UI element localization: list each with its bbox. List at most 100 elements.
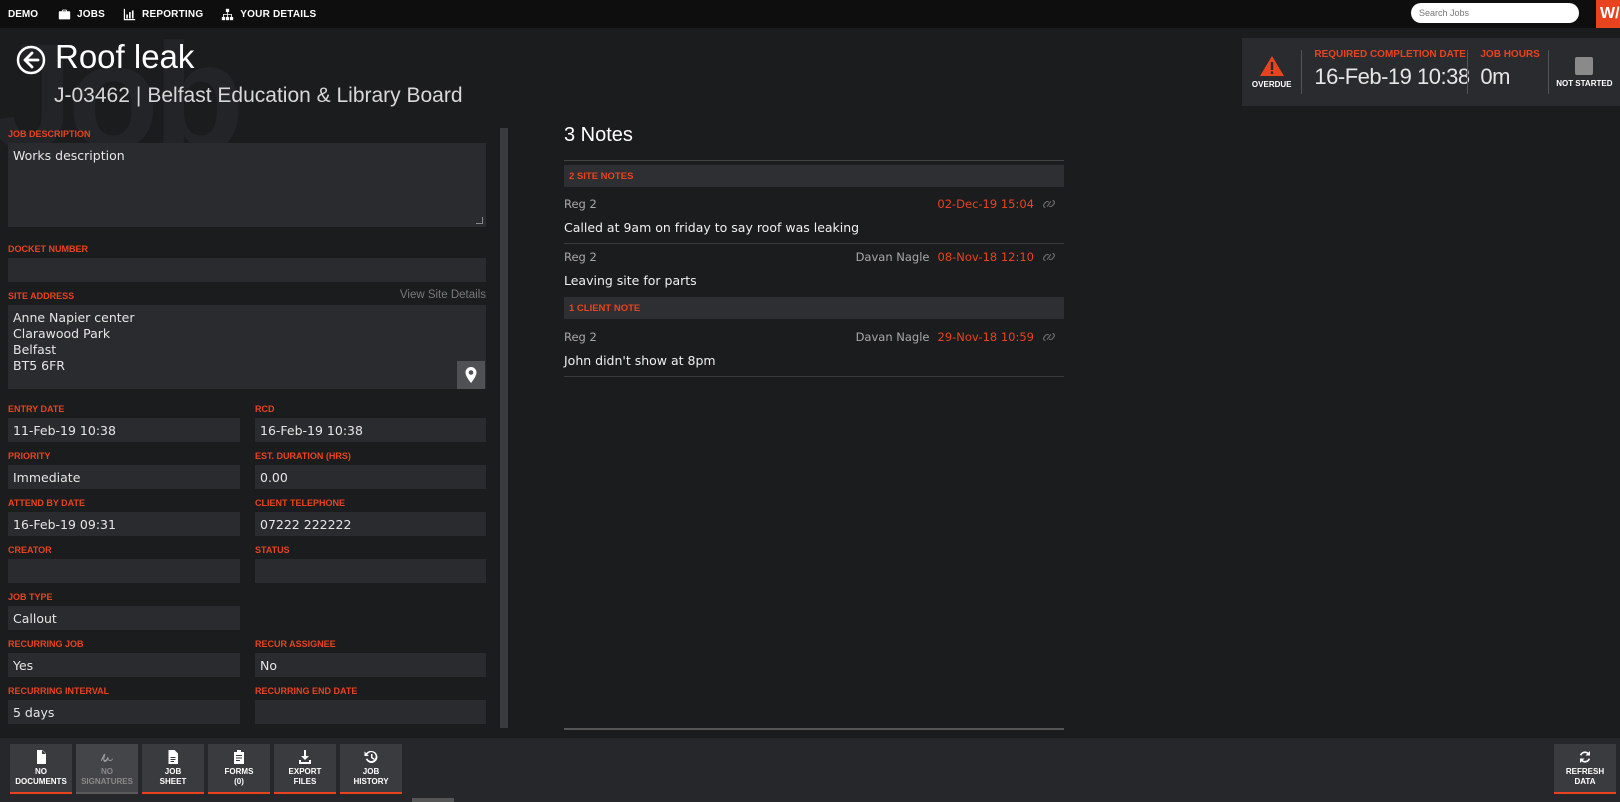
nav-item-reporting[interactable]: REPORTING (123, 0, 203, 28)
back-arrow-icon[interactable] (16, 45, 46, 75)
creator-label: CREATOR (8, 545, 52, 555)
nav-item-jobs[interactable]: JOBS (58, 0, 105, 28)
link-icon[interactable] (1042, 252, 1056, 262)
status-label: STATUS (255, 545, 290, 555)
no-documents-button[interactable]: NO DOCUMENTS (10, 744, 72, 794)
site-address-field[interactable]: Anne Napier center Clarawood Park Belfas… (8, 305, 486, 389)
job-type-label: JOB TYPE (8, 592, 53, 602)
nav-item-label: JOBS (77, 8, 106, 20)
job-sheet-button[interactable]: JOB SHEET (142, 744, 204, 794)
divider (564, 160, 1064, 161)
note-meta: Reg 2 02-Dec-19 15:04 (564, 197, 1064, 213)
link-icon[interactable] (1042, 199, 1056, 209)
link-icon[interactable] (1042, 332, 1056, 342)
button-label: REFRESH DATA (1565, 767, 1605, 786)
note-author: Davan Nagle (855, 250, 930, 264)
entry-date-label: ENTRY DATE (8, 404, 65, 414)
forms-button[interactable]: FORMS (0) (208, 744, 270, 794)
note-text: John didn't show at 8pm (564, 353, 716, 368)
priority-field[interactable]: Immediate (8, 465, 240, 489)
note-meta: Reg 2 Davan Nagle 29-Nov-18 10:59 (564, 330, 1064, 346)
refresh-data-button[interactable]: REFRESH DATA (1554, 744, 1616, 794)
note-reg: Reg 2 (564, 250, 597, 264)
entry-date-field[interactable]: 11-Feb-19 10:38 (8, 418, 240, 442)
briefcase-icon (58, 9, 71, 19)
not-started-label: NOT STARTED (1556, 78, 1613, 88)
note-author: Davan Nagle (855, 330, 930, 344)
note-text: Called at 9am on friday to say roof was … (564, 220, 860, 235)
client-telephone-field[interactable]: 07222 222222 (255, 512, 486, 536)
client-notes-header[interactable]: 1 CLIENT NOTE (564, 297, 1064, 319)
note-date: 08-Nov-18 12:10 (937, 250, 1035, 264)
refresh-icon (1579, 751, 1591, 763)
note-item: Reg 2 Davan Nagle 29-Nov-18 10:59 John d… (564, 330, 1064, 368)
button-label: NO SIGNATURES (81, 767, 133, 786)
attend-by-date-field[interactable]: 16-Feb-19 09:31 (8, 512, 240, 536)
est-duration-field[interactable]: 0.00 (255, 465, 486, 489)
recurring-end-date-label: RECURRING END DATE (255, 686, 358, 696)
client-telephone-label: CLIENT TELEPHONE (255, 498, 346, 508)
nav-brand[interactable]: DEMO (8, 9, 38, 20)
nav-item-label: REPORTING (142, 8, 204, 20)
note-reg: Reg 2 (564, 197, 597, 211)
recurring-job-field[interactable]: Yes (8, 653, 240, 677)
notes-panel: 3 Notes 2 SITE NOTES Reg 2 02-Dec-19 15:… (564, 124, 1064, 377)
bar-chart-icon (123, 8, 136, 20)
divider (564, 376, 1064, 377)
search-input[interactable] (1411, 3, 1579, 23)
status-field[interactable] (255, 559, 486, 583)
page-title: Roof leak (55, 38, 195, 75)
button-label: JOB SHEET (159, 767, 187, 786)
rcd-field[interactable]: 16-Feb-19 10:38 (255, 418, 486, 442)
overdue-indicator: OVERDUE (1242, 47, 1301, 97)
site-address-label: SITE ADDRESS (8, 291, 75, 301)
job-sheet-icon (168, 750, 178, 764)
job-hours-label: JOB HOURS (1480, 49, 1540, 60)
recur-assignee-label: RECUR ASSIGNEE (255, 639, 336, 649)
button-label: EXPORT FILES (288, 767, 322, 786)
view-site-details-link[interactable]: View Site Details (400, 289, 486, 301)
notes-title: 3 Notes (564, 124, 633, 146)
note-date: 29-Nov-18 10:59 (937, 330, 1035, 344)
bottom-toolbar: NO DOCUMENTS NO SIGNATURES JOB SHEET FOR… (0, 738, 1620, 802)
docket-number-label: DOCKET NUMBER (8, 244, 88, 254)
job-description-field[interactable]: Works description (8, 143, 486, 227)
top-nav: DEMO JOBS REPORTING YOUR DETAILS W/ (0, 0, 1620, 28)
site-notes-header[interactable]: 2 SITE NOTES (564, 165, 1064, 187)
toolbar-scrollbar[interactable] (412, 798, 454, 802)
resize-handle[interactable] (476, 217, 483, 224)
recurring-interval-field[interactable]: 5 days (8, 700, 240, 724)
job-status-panel: OVERDUE REQUIRED COMPLETION DATE 16-Feb-… (1242, 38, 1620, 106)
recurring-end-date-field[interactable] (255, 700, 486, 724)
status-checkbox[interactable] (1575, 56, 1594, 75)
job-hours: JOB HOURS 0m (1468, 47, 1547, 97)
divider (564, 243, 1064, 244)
note-date: 02-Dec-19 15:04 (937, 197, 1034, 211)
form-scrollbar[interactable] (500, 128, 508, 728)
map-pin-button[interactable] (457, 361, 485, 389)
note-reg: Reg 2 (564, 330, 597, 344)
job-type-field[interactable]: Callout (8, 606, 240, 630)
signature-icon (101, 753, 113, 762)
recurring-job-label: RECURRING JOB (8, 639, 84, 649)
overdue-label: OVERDUE (1251, 80, 1292, 89)
note-item: Reg 2 02-Dec-19 15:04 Called at 9am on f… (564, 197, 1064, 235)
docket-number-field[interactable] (8, 258, 486, 282)
nav-item-your-details[interactable]: YOUR DETAILS (221, 0, 316, 28)
clipboard-icon (234, 750, 244, 764)
attend-by-date-label: ATTEND BY DATE (8, 498, 86, 508)
creator-field[interactable] (8, 559, 240, 583)
required-completion: REQUIRED COMPLETION DATE 16-Feb-19 10:38 (1302, 47, 1470, 97)
not-started-toggle[interactable]: NOT STARTED (1549, 47, 1620, 97)
export-files-button[interactable]: EXPORT FILES (274, 744, 336, 794)
est-duration-label: EST. DURATION (HRS) (255, 451, 351, 461)
brand-logo: W/ (1596, 0, 1620, 28)
document-icon (37, 750, 46, 764)
no-signatures-button[interactable]: NO SIGNATURES (76, 744, 138, 794)
history-icon (364, 750, 378, 763)
job-history-button[interactable]: JOB HISTORY (340, 744, 402, 794)
divider (564, 728, 1064, 730)
recur-assignee-field[interactable]: No (255, 653, 486, 677)
button-label: NO DOCUMENTS (15, 767, 67, 786)
rcd-label: REQUIRED COMPLETION DATE (1314, 49, 1466, 60)
